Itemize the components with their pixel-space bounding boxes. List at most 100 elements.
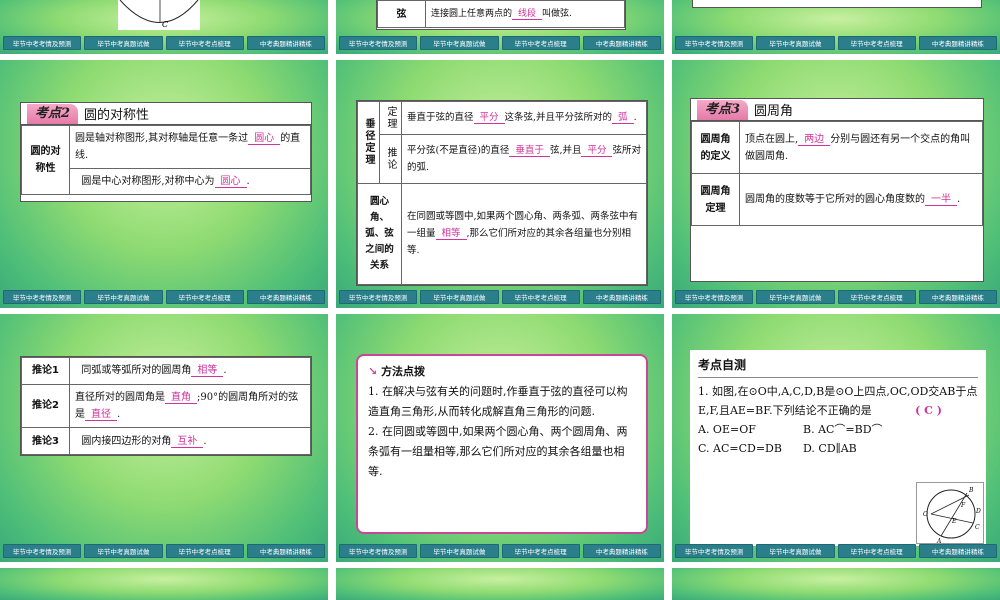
fig-label-b: B [968,487,974,494]
option-a[interactable]: A. OE=OF [698,420,803,439]
nav-button-3[interactable]: 毕节中考考点梳理 [837,290,916,304]
nav-button-3[interactable]: 毕节中考考点梳理 [501,36,580,50]
slide-bottom-middle[interactable] [336,568,664,600]
nav-button-2[interactable]: 毕节中考真题试做 [84,544,163,558]
nav-button-2[interactable]: 毕节中考真题试做 [420,290,499,304]
symmetry-text-2: 圆是中心对称图形,对称中心为 [81,176,215,187]
slide-bottom-right[interactable] [672,568,1000,600]
inscribed-panel: 考点3 圆周角 圆周角的定义 顶点在圆上, 两边 分别与圆还有另一个交点的角叫做圆周… [690,98,984,282]
fig-label-c: C [975,524,980,531]
nav-button-2[interactable]: 毕节中考真题试做 [756,290,835,304]
nav-button-2[interactable]: 毕节中考真题试做 [84,290,163,304]
blank-equal: 相等 [435,228,467,241]
blank-half: 一半 [925,194,957,206]
nav-button-1[interactable]: 毕节中考考情及预测 [3,36,82,50]
perpendicular-panel: 垂径定理 定理 垂直于弦的直径 平分 这条弦,并且平分弦所对的弧. 推论 平分弦(不… [356,100,648,286]
blank-center-1: 圆心 [248,133,281,145]
chord-def-before: 连接圆上任意两点的 [431,8,513,19]
chord-definition-row: 弦 连接圆上任意两点的 线段 叫做弦. [376,0,626,30]
answer-text: ( C ) [915,404,942,417]
corollary1-end: . [223,365,227,377]
nav-button-2[interactable]: 毕节中考真题试做 [84,36,163,50]
symmetry-panel: 考点2 圆的对称性 圆的对称性 圆是轴对称图形,其对称轴是任意一条过 圆心 的直线.… [20,102,312,202]
slide-circle-symmetry[interactable]: 考点2 圆的对称性 圆的对称性 圆是轴对称图形,其对称轴是任意一条过 圆心 的直线.… [0,60,328,308]
nav-button-4[interactable]: 中考典题精讲精练 [918,290,997,304]
nav-button-1[interactable]: 毕节中考考情及预测 [339,290,418,304]
nav-button-3[interactable]: 毕节中考考点梳理 [501,544,580,558]
corollary2-text: 直径所对的圆周角是 [75,391,165,403]
slide-perpendicular-diameter[interactable]: 垂径定理 定理 垂直于弦的直径 平分 这条弦,并且平分弦所对的弧. 推论 平分弦(不… [336,60,664,308]
nav-button-4[interactable]: 中考典题精讲精练 [246,544,325,558]
fig-label-f: F [960,502,966,509]
fig-label-d: D [975,508,981,515]
nav-button-3[interactable]: 毕节中考考点梳理 [165,36,244,50]
slide-self-test[interactable]: 考点自测 1. 如图,在⊙O中,A,C,D,B是⊙O上四点,OC,OD交AB于点… [672,314,1000,562]
slide-top-middle[interactable]: 弦 连接圆上任意两点的 线段 叫做弦. 毕节中考考情及预测 毕节中考真题试做 毕节中… [336,0,664,54]
inscribed-header: 考点3 圆周角 [691,99,983,121]
fig-label-o: O [923,511,928,518]
slide-corollaries[interactable]: 推论1 同弧或等弧所对的圆周角 相等. 推论2 直径所对的圆周角是 直角 ;90°的圆… [0,314,328,562]
nav-button-3[interactable]: 毕节中考考点梳理 [837,36,916,50]
slide-method-tips[interactable]: ↘ 方法点拨 1. 在解决与弦有关的问题时,作垂直于弦的直径可以构造直角三角形,… [336,314,664,562]
nav-button-1[interactable]: 毕节中考考情及预测 [3,290,82,304]
nav-button-2[interactable]: 毕节中考真题试做 [420,36,499,50]
group-label-cell: 垂径定理 [357,101,380,184]
nav-button-4[interactable]: 中考典题精讲精练 [918,544,997,558]
definition-text-1: 顶点在圆上, [745,133,799,145]
row-label-symmetry: 圆的对称性 [21,125,70,195]
nav-button-2[interactable]: 毕节中考真题试做 [756,36,835,50]
nav-bar: 毕节中考考情及预测 毕节中考真题试做 毕节中考考点梳理 中考典题精讲精练 [336,544,664,558]
fig-label-e: E [951,518,957,525]
nav-button-1[interactable]: 毕节中考考情及预测 [339,544,418,558]
nav-button-1[interactable]: 毕节中考考情及预测 [675,290,754,304]
row2-label-cell: 推论 [379,133,402,184]
nav-button-4[interactable]: 中考典题精讲精练 [582,36,661,50]
nav-button-1[interactable]: 毕节中考考情及预测 [675,544,754,558]
blank-right-angle: 直角 [165,391,197,404]
option-d[interactable]: D. CD∥AB [803,439,908,458]
nav-button-3[interactable]: 毕节中考考点梳理 [165,290,244,304]
figure-label-c: C [162,20,168,29]
corollary-label-3: 推论3 [21,427,70,455]
nav-button-4[interactable]: 中考典题精讲精练 [918,36,997,50]
group-label: 垂径定理 [363,118,374,167]
blank-arc: 弧 [612,112,634,125]
nav-button-4[interactable]: 中考典题精讲精练 [582,544,661,558]
slide-inscribed-angle[interactable]: 考点3 圆周角 圆周角的定义 顶点在圆上, 两边 分别与圆还有另一个交点的角叫做圆周… [672,60,1000,308]
method-point-1: 1. 在解决与弦有关的问题时,作垂直于弦的直径可以构造直角三角形,从而转化成解直… [368,385,628,418]
nav-bar: 毕节中考考情及预测 毕节中考真题试做 毕节中考考点梳理 中考典题精讲精练 [0,290,328,304]
nav-button-1[interactable]: 毕节中考考情及预测 [675,36,754,50]
slide-top-right[interactable]: 毕节中考考情及预测 毕节中考真题试做 毕节中考考点梳理 中考典题精讲精练 [672,0,1000,54]
options-grid: A. OE=OF B. AC⌒=BD⌒ C. AC=CD=DB D. CD∥AB [698,420,908,458]
method-point-2: 2. 在同圆或等圆中,如果两个圆心角、两个圆周角、两条弧有一组量相等,那么它们所… [368,425,628,478]
option-c[interactable]: C. AC=CD=DB [698,439,803,458]
theorem-text-3: . [633,112,637,124]
nav-button-3[interactable]: 毕节中考考点梳理 [165,544,244,558]
slide-top-left[interactable]: C 毕节中考考情及预测 毕节中考真题试做 毕节中考考点梳理 中考典题精讲精练 [0,0,328,54]
nav-bar: 毕节中考考情及预测 毕节中考真题试做 毕节中考考点梳理 中考典题精讲精练 [336,36,664,50]
corollary-text-1: 平分弦(不是直径)的直径 [407,144,510,156]
nav-button-1[interactable]: 毕节中考考情及预测 [339,36,418,50]
topic-title: 圆的对称性 [84,108,150,123]
nav-button-2[interactable]: 毕节中考真题试做 [420,544,499,558]
nav-button-3[interactable]: 毕节中考考点梳理 [501,290,580,304]
symmetry-text-2b: . [246,176,250,187]
nav-button-1[interactable]: 毕节中考考情及预测 [3,544,82,558]
nav-button-4[interactable]: 中考典题精讲精练 [246,290,325,304]
nav-button-3[interactable]: 毕节中考考点梳理 [837,544,916,558]
nav-button-4[interactable]: 中考典题精讲精练 [246,36,325,50]
slide-bottom-left[interactable] [0,568,328,600]
row1-label: 定理 [385,105,396,130]
blank-diameter: 直径 [85,408,117,421]
nav-bar: 毕节中考考情及预测 毕节中考真题试做 毕节中考考点梳理 中考典题精讲精练 [672,544,1000,558]
topic-tag: 考点2 [27,103,79,124]
option-b[interactable]: B. AC⌒=BD⌒ [803,420,908,439]
nav-button-2[interactable]: 毕节中考真题试做 [756,544,835,558]
slide-grid: C 毕节中考考情及预测 毕节中考真题试做 毕节中考考点梳理 中考典题精讲精练 弦… [0,0,1000,600]
nav-button-4[interactable]: 中考典题精讲精练 [582,290,661,304]
corollary3-end: . [203,435,207,447]
nav-bar: 毕节中考考情及预测 毕节中考真题试做 毕节中考考点梳理 中考典题精讲精练 [336,290,664,304]
method-box: ↘ 方法点拨 1. 在解决与弦有关的问题时,作垂直于弦的直径可以构造直角三角形,… [356,354,648,534]
blank-perpendicular: 垂直于 [509,144,550,157]
nav-bar: 毕节中考考情及预测 毕节中考真题试做 毕节中考考点梳理 中考典题精讲精练 [672,36,1000,50]
